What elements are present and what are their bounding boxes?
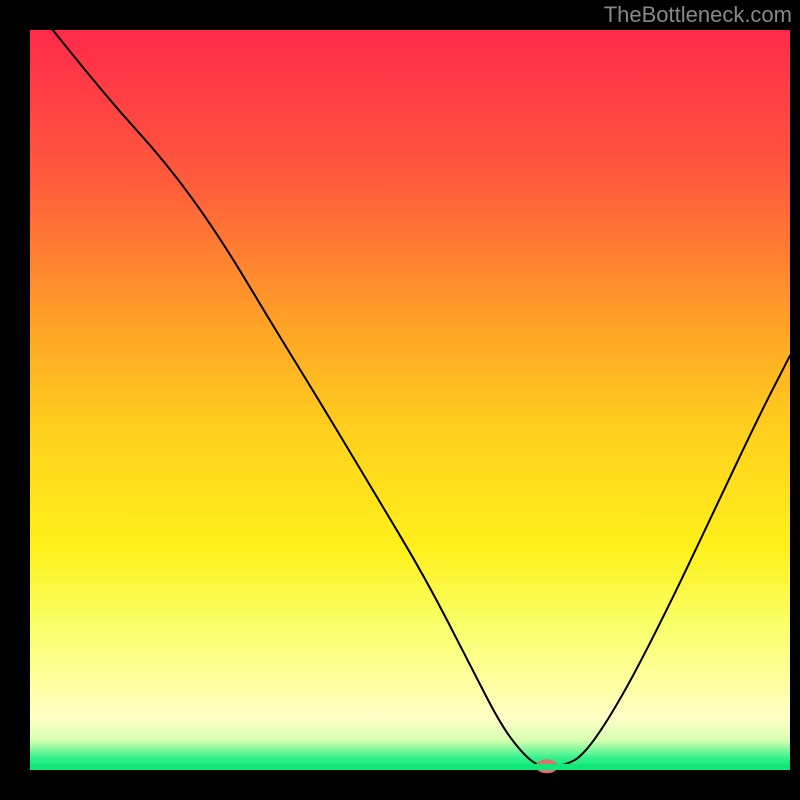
baseline-bar: [30, 764, 790, 770]
chart-svg: [0, 0, 800, 800]
plot-background: [30, 30, 790, 770]
bottleneck-chart: TheBottleneck.com: [0, 0, 800, 800]
watermark-text: TheBottleneck.com: [604, 2, 792, 28]
